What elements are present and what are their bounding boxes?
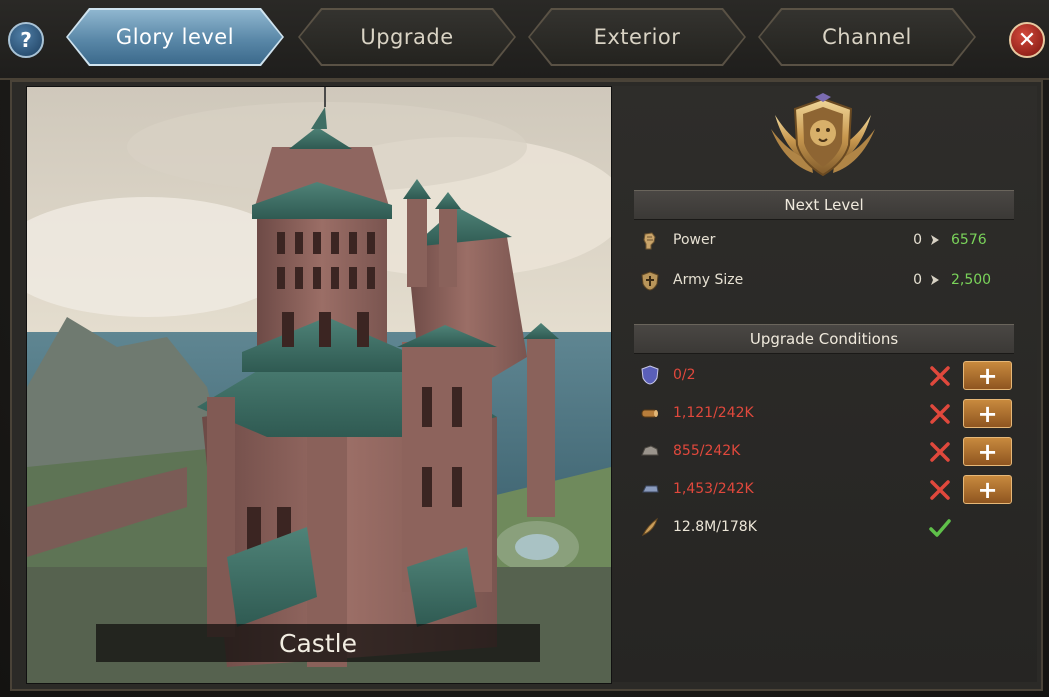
condition-row: 855/242K + <box>640 437 1012 466</box>
add-resource-button[interactable]: + <box>963 399 1012 428</box>
cross-icon <box>930 480 950 500</box>
tab-exterior[interactable]: Exterior <box>530 10 744 64</box>
lion-crest-icon <box>771 93 875 177</box>
add-resource-button[interactable]: + <box>963 475 1012 504</box>
condition-row: 1,121/242K + <box>640 399 1012 428</box>
castle-illustration <box>26 86 612 684</box>
stat-current: 0 <box>913 232 922 248</box>
stat-next: 6576 <box>951 232 987 248</box>
arrow-right-icon <box>931 275 939 285</box>
stat-name: Army Size <box>673 272 744 288</box>
checkmark-icon <box>929 519 951 537</box>
condition-row: 0/2 + <box>640 361 1012 390</box>
building-name-banner: Castle <box>96 624 540 662</box>
upgrade-conditions-header: Upgrade Conditions <box>634 324 1014 354</box>
add-resource-button[interactable]: + <box>963 361 1012 390</box>
tab-channel[interactable]: Channel <box>760 10 974 64</box>
stat-next: 2,500 <box>951 272 992 288</box>
next-level-header: Next Level <box>634 190 1014 220</box>
cross-icon <box>930 442 950 462</box>
add-resource-button[interactable]: + <box>963 437 1012 466</box>
close-icon: ✕ <box>1017 27 1037 53</box>
tab-label: Channel <box>822 25 912 49</box>
close-button[interactable]: ✕ <box>1009 22 1045 58</box>
crest-icon <box>641 365 659 385</box>
fist-icon <box>643 232 656 250</box>
tab-label: Exterior <box>593 25 681 49</box>
feather-icon <box>641 517 658 537</box>
condition-value: 1,453/242K <box>673 481 754 497</box>
stat-row-power: Power 0 6576 <box>640 228 1010 254</box>
stat-row-army-size: Army Size 0 2,500 <box>640 268 1010 294</box>
stat-current: 0 <box>913 272 922 288</box>
tab-label: Glory level <box>115 25 235 49</box>
condition-value: 1,121/242K <box>673 405 754 421</box>
wood-icon <box>641 409 658 418</box>
tab-glory-level[interactable]: Glory level <box>68 10 282 64</box>
building-name: Castle <box>279 628 357 658</box>
condition-row: 12.8M/178K <box>640 513 1012 541</box>
army-shield-icon <box>641 271 659 291</box>
arrow-right-icon <box>931 235 939 245</box>
condition-value: 0/2 <box>673 367 696 383</box>
cross-icon <box>930 366 950 386</box>
iron-icon <box>642 485 659 493</box>
condition-value: 12.8M/178K <box>673 519 757 535</box>
condition-value: 855/242K <box>673 443 741 459</box>
help-button[interactable]: ? <box>8 22 44 58</box>
tab-bar: ? Glory level Upgrade Exterior Channel ✕ <box>0 0 1049 80</box>
condition-row: 1,453/242K + <box>640 475 1012 504</box>
stat-name: Power <box>673 232 716 248</box>
stone-icon <box>641 445 659 456</box>
tab-upgrade[interactable]: Upgrade <box>300 10 514 64</box>
tab-label: Upgrade <box>360 25 454 49</box>
cross-icon <box>930 404 950 424</box>
